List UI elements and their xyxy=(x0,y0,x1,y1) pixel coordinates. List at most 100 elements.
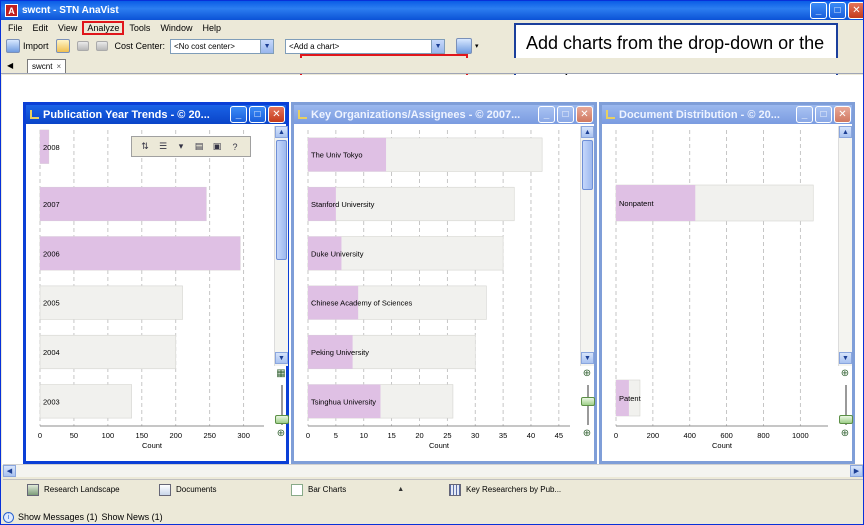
scroll-up-icon[interactable]: ▲ xyxy=(275,126,288,138)
cost-center-select[interactable]: <No cost center> ▼ xyxy=(170,38,275,54)
x-tick-label: 25 xyxy=(443,431,451,440)
category-label: 2005 xyxy=(43,299,60,308)
menu-edit[interactable]: Edit xyxy=(28,22,54,34)
x-tick-label: 45 xyxy=(555,431,563,440)
scroll-up-icon[interactable]: ▲ xyxy=(581,126,594,138)
menu-view[interactable]: View xyxy=(53,22,82,34)
zoom-slider-knob[interactable] xyxy=(839,415,853,424)
scroll-up-icon[interactable]: ▲ xyxy=(839,126,852,138)
zoom-icon[interactable]: ⊕ xyxy=(275,427,287,439)
chevron-down-icon[interactable]: ▼ xyxy=(431,39,445,53)
scroll-right-icon[interactable]: ▶ xyxy=(850,465,863,477)
show-messages-link[interactable]: Show Messages (1) xyxy=(18,512,98,522)
zoom-icon[interactable]: ⊕ xyxy=(839,367,851,379)
x-tick-label: 20 xyxy=(415,431,423,440)
x-tick-label: 400 xyxy=(683,431,696,440)
add-chart-select[interactable]: <Add a chart> ▼ xyxy=(285,38,446,54)
chevron-down-icon[interactable]: ▾ xyxy=(475,42,479,50)
redo-button[interactable] xyxy=(94,38,110,55)
task-research-landscape[interactable]: Research Landscape xyxy=(25,482,120,497)
zoom-slider-knob[interactable] xyxy=(581,397,595,406)
task-key-researchers[interactable]: Key Researchers by Pub... xyxy=(447,482,561,497)
undo-button[interactable] xyxy=(75,38,91,55)
help-icon[interactable]: ? xyxy=(228,140,242,153)
close-button[interactable]: ✕ xyxy=(848,2,863,19)
chart-window-title: Publication Year Trends - © 20... xyxy=(43,108,210,121)
chevron-up-icon[interactable]: ▲ xyxy=(397,486,404,493)
fit-view-icon[interactable]: ▦ xyxy=(275,367,287,379)
folder-button[interactable] xyxy=(54,38,72,55)
x-tick-label: 35 xyxy=(499,431,507,440)
minimize-button[interactable]: _ xyxy=(810,2,827,19)
maximize-button[interactable]: □ xyxy=(829,2,846,19)
menu-tools[interactable]: Tools xyxy=(124,22,155,34)
scroll-left-icon[interactable]: ◀ xyxy=(3,465,16,477)
category-label: 2003 xyxy=(43,397,60,406)
chart-options-button[interactable]: ▾ xyxy=(454,38,481,55)
close-button[interactable]: ✕ xyxy=(576,106,593,123)
bar-chart-icon xyxy=(298,110,307,119)
calendar-icon[interactable]: ▣ xyxy=(210,140,224,153)
x-axis-label: Count xyxy=(142,441,163,450)
x-tick-label: 200 xyxy=(169,431,182,440)
chart-window-document-distribution[interactable]: Document Distribution - © 20... _ □ ✕ 0 2… xyxy=(599,102,855,464)
workspace-horizontal-scrollbar[interactable]: ◀ ▶ xyxy=(3,464,863,477)
minimize-button[interactable]: _ xyxy=(538,106,555,123)
maximize-button[interactable]: □ xyxy=(249,106,266,123)
window-controls: _ □ ✕ xyxy=(810,2,863,19)
sort-alpha-icon[interactable]: ☰ xyxy=(156,140,170,153)
scroll-down-icon[interactable]: ▼ xyxy=(839,352,852,364)
bar-highlight xyxy=(40,187,207,221)
task-documents[interactable]: Documents xyxy=(157,482,216,497)
menu-file[interactable]: File xyxy=(3,22,28,34)
maximize-button[interactable]: □ xyxy=(815,106,832,123)
menu-window[interactable]: Window xyxy=(155,22,197,34)
zoom-slider-knob[interactable] xyxy=(275,415,289,424)
scrollbar-thumb[interactable] xyxy=(276,140,287,260)
maximize-button[interactable]: □ xyxy=(557,106,574,123)
document-tab-strip: ◀ swcnt × xyxy=(1,58,863,74)
chevron-down-icon[interactable]: ▾ xyxy=(174,140,188,153)
category-label: 2008 xyxy=(43,143,60,152)
window-title: swcnt - STN AnaVist xyxy=(22,5,119,16)
chart-vertical-scrollbar[interactable]: ▲ ▼ xyxy=(580,126,594,366)
import-label: Import xyxy=(23,41,49,51)
scroll-down-icon[interactable]: ▼ xyxy=(581,352,594,364)
zoom-icon[interactable]: ⊕ xyxy=(839,427,851,439)
scrollbar-thumb[interactable] xyxy=(582,140,593,190)
category-label: 2007 xyxy=(43,200,60,209)
sort-descending-icon[interactable]: ⇅ xyxy=(138,140,152,153)
menu-help[interactable]: Help xyxy=(197,22,226,34)
show-news-link[interactable]: Show News (1) xyxy=(102,512,163,522)
menu-analyze[interactable]: Analyze xyxy=(82,21,125,35)
chart-window-key-organizations[interactable]: Key Organizations/Assignees - © 2007... … xyxy=(291,102,597,464)
chart-vertical-scrollbar[interactable]: ▲ ▼ xyxy=(838,126,852,366)
chevron-down-icon[interactable]: ▼ xyxy=(260,39,274,53)
close-button[interactable]: ✕ xyxy=(834,106,851,123)
bar-highlight xyxy=(40,236,241,271)
scroll-down-icon[interactable]: ▼ xyxy=(275,352,288,364)
import-button[interactable]: Import xyxy=(4,38,51,55)
title-bar[interactable]: A swcnt - STN AnaVist _ □ ✕ xyxy=(1,1,863,20)
minimize-button[interactable]: _ xyxy=(796,106,813,123)
minimize-button[interactable]: _ xyxy=(230,106,247,123)
zoom-icon[interactable]: ⊕ xyxy=(581,427,593,439)
tab-swcnt[interactable]: swcnt × xyxy=(27,59,67,73)
chart-window-controls: _ □ ✕ xyxy=(230,106,285,123)
task-bar-charts[interactable]: Bar Charts ▲ xyxy=(289,482,404,497)
tab-scroll-left-icon[interactable]: ◀ xyxy=(7,61,13,70)
x-tick-label: 50 xyxy=(70,431,78,440)
chart-window-title-bar[interactable]: Publication Year Trends - © 20... _ □ ✕ xyxy=(26,105,286,124)
application-window: A swcnt - STN AnaVist _ □ ✕ File Edit Vi… xyxy=(0,0,864,525)
chart-window-title-bar[interactable]: Key Organizations/Assignees - © 2007... … xyxy=(294,105,594,124)
folder-icon[interactable]: ▤ xyxy=(192,140,206,153)
chart-vertical-scrollbar[interactable]: ▲ ▼ xyxy=(274,126,288,366)
close-button[interactable]: ✕ xyxy=(268,106,285,123)
x-tick-label: 10 xyxy=(360,431,368,440)
category-label: Chinese Academy of Sciences xyxy=(311,299,413,308)
chart-window-title-bar[interactable]: Document Distribution - © 20... _ □ ✕ xyxy=(602,105,852,124)
document-distribution-chart: 0 200 400 600 800 1000 Count Nonpatent Patent xyxy=(614,130,828,450)
zoom-icon[interactable]: ⊕ xyxy=(581,367,593,379)
x-tick-label: 5 xyxy=(334,431,338,440)
close-icon[interactable]: × xyxy=(56,62,61,71)
